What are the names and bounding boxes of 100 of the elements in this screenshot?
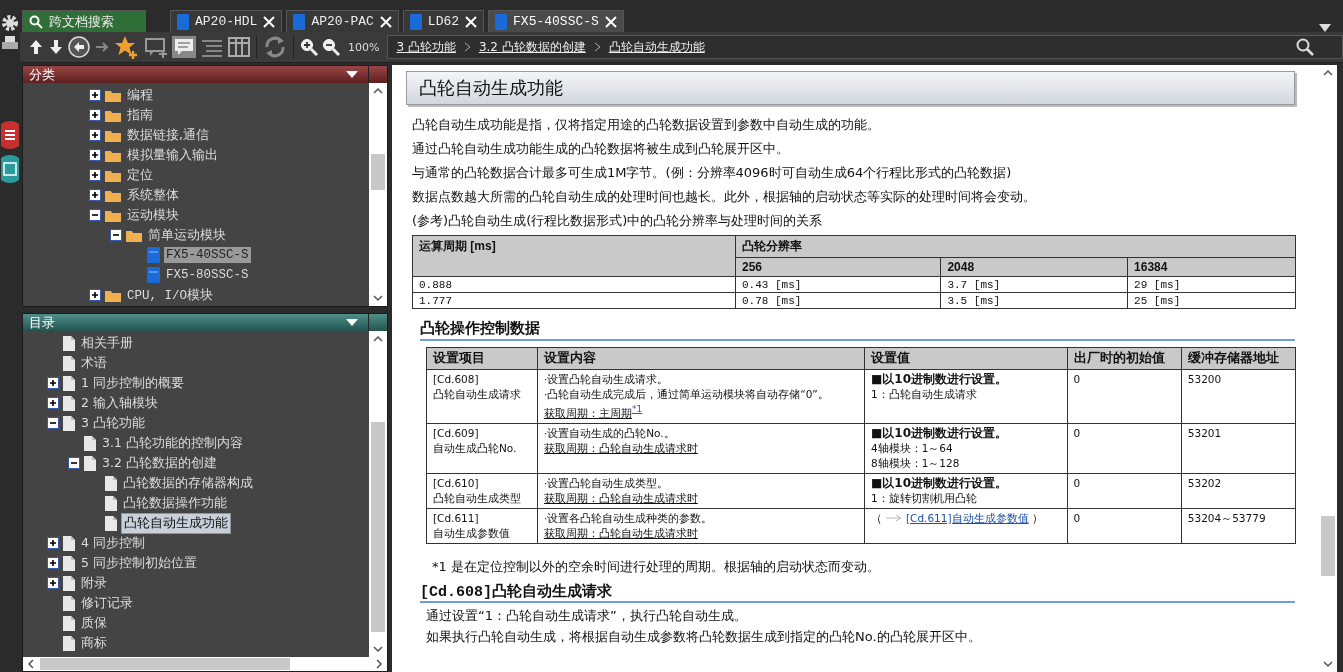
tree-item[interactable]: 凸轮数据的存储器构成: [121, 473, 255, 493]
scroll-down-icon[interactable]: [1323, 661, 1333, 668]
dropdown-caret-icon[interactable]: [346, 71, 358, 78]
close-icon[interactable]: [604, 15, 617, 28]
tree-item[interactable]: 质保: [79, 613, 109, 633]
scroll-up-icon[interactable]: [1323, 69, 1333, 76]
tree-item[interactable]: 1 同步控制的概要: [79, 373, 186, 393]
collapse-icon[interactable]: [47, 417, 59, 429]
tree-item[interactable]: 5 同步控制初始位置: [79, 553, 199, 573]
breadcrumb-link[interactable]: 3 凸轮功能: [396, 38, 456, 56]
tree-item[interactable]: 定位: [125, 165, 155, 185]
tree-item[interactable]: 凸轮数据操作功能: [121, 493, 229, 513]
down-arrow-icon[interactable]: [48, 38, 64, 56]
up-arrow-icon[interactable]: [28, 38, 44, 56]
close-icon[interactable]: [263, 15, 276, 28]
tree-item[interactable]: 3 凸轮功能: [79, 413, 147, 433]
tree-item[interactable]: 相关手册: [79, 333, 135, 353]
list-badge-icon[interactable]: [1, 120, 19, 150]
chevron-icon: [463, 42, 471, 52]
comment-add-icon[interactable]: [144, 36, 168, 58]
scrollbar-thumb[interactable]: [371, 154, 385, 190]
expand-icon[interactable]: [47, 557, 59, 569]
tree-item[interactable]: 商标: [79, 633, 109, 653]
scroll-down-icon[interactable]: [373, 295, 383, 302]
tree-item[interactable]: 4 同步控制: [79, 533, 147, 553]
scrollbar-thumb[interactable]: [1321, 516, 1335, 576]
tab[interactable]: LD62: [402, 10, 485, 32]
star-add-icon[interactable]: [114, 35, 140, 59]
dropdown-caret-icon[interactable]: [346, 319, 358, 326]
tree-item[interactable]: 附录: [79, 573, 109, 593]
tree-item[interactable]: 数据链接,通信: [125, 125, 211, 145]
collapse-icon[interactable]: [68, 457, 80, 469]
expand-icon[interactable]: [89, 189, 101, 201]
expand-icon[interactable]: [89, 89, 101, 101]
list-icon[interactable]: [200, 37, 224, 57]
tree-item[interactable]: 3.2 凸轮数据的创建: [100, 453, 219, 473]
scrollbar[interactable]: [369, 83, 387, 306]
back-icon[interactable]: [68, 36, 90, 58]
expand-icon[interactable]: [47, 397, 59, 409]
tab[interactable]: 跨文档搜索: [22, 10, 146, 32]
book-badge-icon[interactable]: [1, 154, 19, 184]
expand-icon[interactable]: [47, 377, 59, 389]
footnote-link[interactable]: *1: [631, 404, 643, 414]
collapse-icon[interactable]: [89, 209, 101, 221]
tree-item[interactable]: 2 输入轴模块: [79, 393, 160, 413]
scroll-down-icon[interactable]: [373, 646, 383, 653]
breadcrumb-link[interactable]: 凸轮自动生成功能: [608, 38, 705, 56]
cycle-link[interactable]: 获取周期：主周期: [543, 406, 632, 419]
scroll-right-icon[interactable]: [376, 659, 383, 669]
tree-item[interactable]: FX5-40SSC-S: [164, 247, 251, 263]
tree-item[interactable]: 术语: [79, 353, 109, 373]
tree-item[interactable]: 系统整体: [125, 185, 181, 205]
tree-item[interactable]: 3.1 凸轮功能的控制内容: [100, 433, 245, 453]
scroll-left-icon[interactable]: [27, 659, 34, 669]
zoom-in-icon[interactable]: [300, 38, 318, 56]
item-text: [Cd.611]: [433, 510, 480, 526]
tab[interactable]: AP20-PAC: [286, 10, 399, 32]
columns-icon[interactable]: [228, 37, 250, 57]
expand-icon[interactable]: [89, 149, 101, 161]
document-icon: [63, 355, 75, 371]
close-icon[interactable]: [465, 15, 478, 28]
scroll-up-icon[interactable]: [373, 87, 383, 94]
expand-icon[interactable]: [89, 109, 101, 121]
tree-item[interactable]: 简单运动模块: [146, 225, 228, 245]
tree-item[interactable]: CPU, I/O模块: [125, 285, 215, 305]
cycle-link[interactable]: 获取周期：凸轮自动生成请求时: [543, 491, 698, 504]
tab[interactable]: FX5-40SSC-S: [488, 10, 624, 32]
tree-item[interactable]: 修订记录: [79, 593, 135, 613]
table-cell: 53204～53779: [1181, 508, 1296, 543]
scroll-up-icon[interactable]: [373, 335, 383, 342]
comment-icon[interactable]: [174, 38, 194, 56]
expand-icon[interactable]: [47, 537, 59, 549]
tree-item[interactable]: 模拟量输入输出: [125, 145, 220, 165]
close-icon[interactable]: [379, 15, 392, 28]
horizontal-scrollbar[interactable]: [23, 657, 387, 671]
scrollbar[interactable]: [369, 331, 387, 657]
reference-link[interactable]: [Cd.611]自动生成参数值: [905, 510, 1029, 526]
tree-item[interactable]: 凸轮自动生成功能: [121, 512, 231, 534]
cycle-link[interactable]: 获取周期：凸轮自动生成请求时: [543, 441, 698, 454]
breadcrumb-link[interactable]: 3.2 凸轮数据的创建: [478, 38, 586, 56]
cycle-link[interactable]: 获取周期：凸轮自动生成请求时: [543, 526, 698, 539]
tree-item[interactable]: 运动模块: [125, 205, 181, 225]
scrollbar-thumb[interactable]: [40, 658, 290, 670]
document-icon: [63, 555, 75, 571]
tree-item[interactable]: 编程: [125, 85, 155, 105]
expand-icon[interactable]: [89, 289, 101, 301]
tree-item[interactable]: FX5-80SSC-S: [164, 267, 251, 283]
gear-icon[interactable]: [1, 14, 19, 32]
expand-icon[interactable]: [89, 129, 101, 141]
search-icon[interactable]: [1296, 38, 1314, 56]
tab[interactable]: AP20-HDL: [170, 10, 283, 32]
printer-icon[interactable]: [1, 36, 19, 52]
table-cell: 0.888: [412, 276, 736, 293]
expand-icon[interactable]: [89, 169, 101, 181]
refresh-icon[interactable]: [263, 35, 287, 59]
collapse-icon[interactable]: [110, 229, 122, 241]
tree-item[interactable]: 指南: [125, 105, 155, 125]
scrollbar-thumb[interactable]: [371, 422, 385, 632]
expand-icon[interactable]: [47, 577, 59, 589]
zoom-out-icon[interactable]: [322, 38, 340, 56]
